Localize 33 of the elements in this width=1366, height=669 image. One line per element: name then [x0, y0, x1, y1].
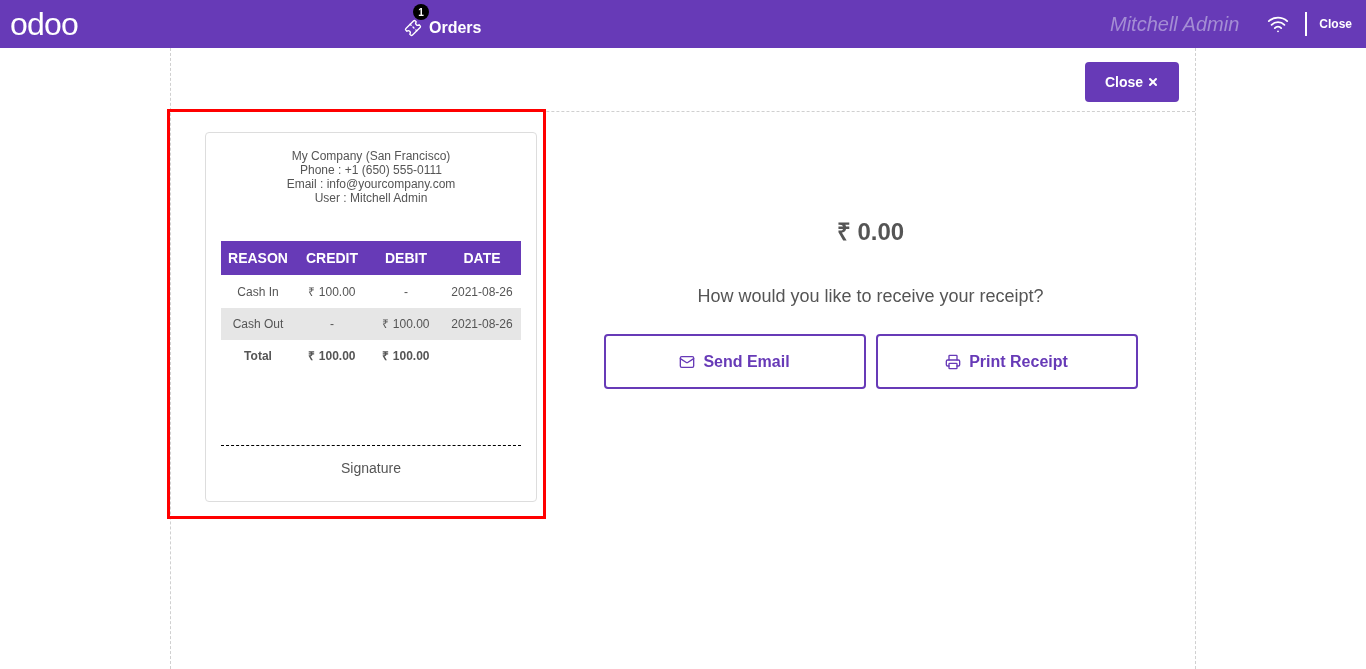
receipt-header-line: Phone : +1 (650) 555-0111 [300, 163, 442, 177]
user-name: Mitchell Admin [1110, 12, 1240, 37]
close-button[interactable]: Close [1084, 61, 1179, 102]
close-icon [1147, 75, 1159, 88]
column-header: DEBIT [384, 249, 428, 268]
table-cell-text: 2021-08-26 [450, 283, 514, 301]
table-cell-text: ₹ 100.00 [307, 283, 357, 301]
column-header: CREDIT [304, 249, 360, 268]
table-cell-text: 2021-08-26 [450, 316, 514, 333]
printer-icon [945, 353, 962, 370]
total-cell-text: ₹ 100.00 [381, 348, 431, 365]
print-receipt-button[interactable]: Print Receipt [875, 334, 1138, 389]
send-email-button[interactable]: Send Email [603, 334, 866, 389]
column-header: DATE [462, 249, 502, 268]
receipt-header-line: My Company (San Francisco) [291, 149, 451, 163]
table-cell-text: - [329, 316, 335, 333]
total-cell-text: Total [243, 348, 273, 365]
orders-button[interactable]: 1 Orders [405, 4, 482, 44]
signature-label: Signature [340, 459, 402, 478]
receipt-header-line: Email : info@yourcompany.com [286, 177, 456, 191]
table-cell-text: Cash Out [231, 316, 285, 333]
table-cell-text: Cash In [236, 283, 280, 301]
table-cell-text: - [403, 283, 409, 301]
envelope-icon [679, 353, 696, 370]
receipt-header-line: User : Mitchell Admin [314, 191, 428, 205]
total-cell-text: ₹ 100.00 [307, 348, 357, 365]
column-header: REASON [227, 249, 289, 268]
table-cell-text: ₹ 100.00 [381, 316, 431, 333]
orders-count-badge: 1 [413, 4, 429, 20]
header-close-button[interactable]: Close [1319, 16, 1352, 32]
logo: odoo [10, 8, 79, 40]
amount-due: ₹ 0.00 [836, 217, 905, 247]
receipt-question: How would you like to receive your receipt? [697, 285, 1044, 308]
